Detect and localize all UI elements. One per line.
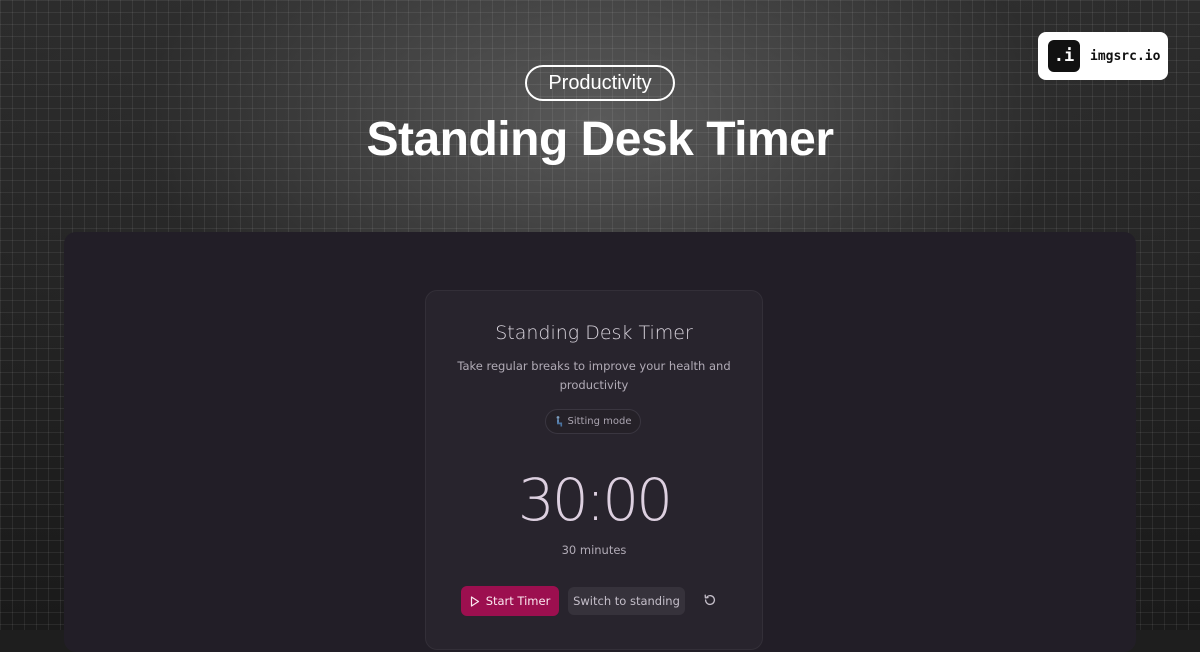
- mode-label: Sitting mode: [567, 416, 632, 427]
- timer-display: 30:00: [517, 466, 673, 534]
- category-pill: Productivity: [525, 65, 675, 101]
- mode-badge: Sitting mode: [545, 409, 641, 434]
- brand-logo-icon: .i: [1048, 40, 1080, 72]
- reset-icon: [703, 592, 717, 611]
- page-title: Standing Desk Timer: [366, 113, 834, 166]
- sitting-person-icon: [555, 416, 564, 427]
- start-timer-button[interactable]: Start Timer: [461, 586, 559, 616]
- duration-label: 30 minutes: [561, 543, 627, 557]
- timer-card-title: Standing Desk Timer: [495, 322, 693, 344]
- brand-name: imgsrc.io: [1090, 48, 1161, 64]
- reset-button[interactable]: [700, 591, 720, 611]
- brand-badge[interactable]: .i imgsrc.io: [1038, 32, 1168, 80]
- timer-card-subtitle: Take regular breaks to improve your heal…: [457, 359, 731, 392]
- start-timer-label: Start Timer: [485, 594, 551, 608]
- switch-to-standing-button[interactable]: Switch to standing: [568, 587, 685, 615]
- play-icon: [470, 595, 480, 607]
